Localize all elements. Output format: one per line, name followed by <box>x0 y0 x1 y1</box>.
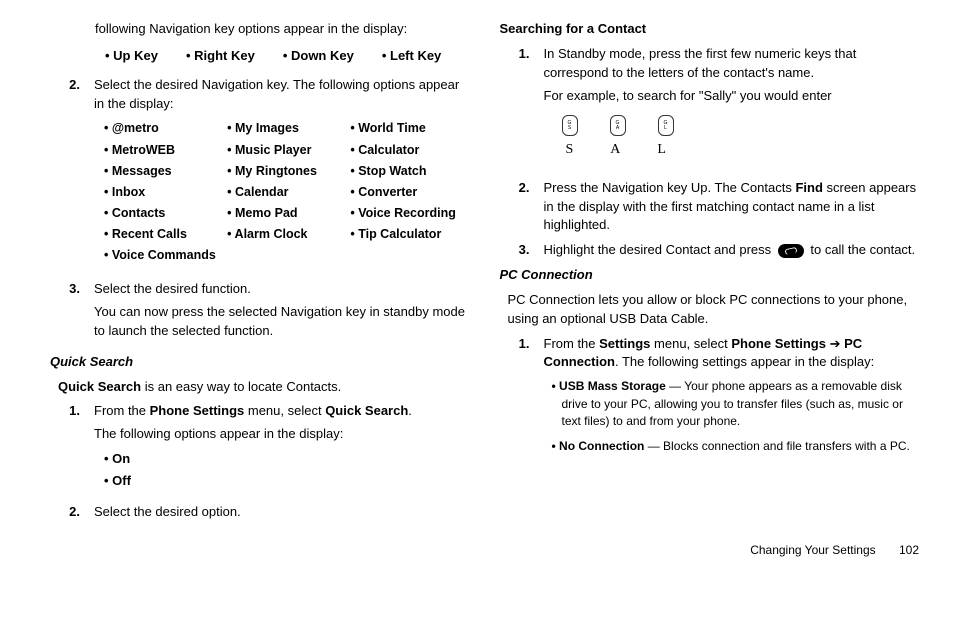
pc-options: USB Mass Storage — Your phone appears as… <box>552 378 920 456</box>
nav-key: Up Key <box>105 47 158 66</box>
opt: Converter <box>350 183 469 201</box>
opt: Voice Commands <box>104 246 223 264</box>
page-columns: following Navigation key options appear … <box>50 20 919 528</box>
opt: @metro <box>104 119 223 137</box>
opt: Alarm Clock <box>227 225 346 243</box>
opt: Music Player <box>227 141 346 159</box>
page-footer: Changing Your Settings 102 <box>50 542 919 559</box>
quick-search-intro: Quick Search is an easy way to locate Co… <box>58 378 470 397</box>
opt-off: Off <box>104 472 470 491</box>
opt: World Time <box>350 119 469 137</box>
opt: Inbox <box>104 183 223 201</box>
opt: MetroWEB <box>104 141 223 159</box>
opt: My Images <box>227 119 346 137</box>
qs-step-1: 1. From the Phone Settings menu, select … <box>50 402 470 496</box>
qs-step-2: 2. Select the desired option. <box>50 503 470 522</box>
key-letters-row: S A L <box>566 140 920 160</box>
qs-steps: 1. From the Phone Settings menu, select … <box>50 402 470 521</box>
search-step-2: 2. Press the Navigation key Up. The Cont… <box>500 179 920 236</box>
step-3: 3. Select the desired function. You can … <box>50 280 470 347</box>
section-title: Changing Your Settings <box>750 543 875 557</box>
opt: Voice Recording <box>350 204 469 222</box>
options-grid: @metro My Images World Time MetroWEB Mus… <box>104 119 470 264</box>
nav-key: Right Key <box>186 47 255 66</box>
no-connection: No Connection — Blocks connection and fi… <box>552 438 920 455</box>
nav-key: Down Key <box>283 47 354 66</box>
opt: Stop Watch <box>350 162 469 180</box>
qs-options: On Off <box>104 450 470 491</box>
pc-steps: 1. From the Settings menu, select Phone … <box>500 335 920 464</box>
step-2: 2. Select the desired Navigation key. Th… <box>50 76 470 275</box>
search-step-3: 3. Highlight the desired Contact and pre… <box>500 241 920 260</box>
key-icons-row: GS GA GL <box>562 115 920 136</box>
pc-connection-heading: PC Connection <box>500 266 920 285</box>
pc-connection-intro: PC Connection lets you allow or block PC… <box>508 291 920 329</box>
page-number: 102 <box>899 543 919 557</box>
nav-key: Left Key <box>382 47 441 66</box>
keypad-icon: GS <box>562 115 578 136</box>
phone-key-icon <box>778 244 804 258</box>
nav-intro: following Navigation key options appear … <box>95 20 470 39</box>
left-column: following Navigation key options appear … <box>50 20 470 528</box>
nav-key-row: Up Key Right Key Down Key Left Key <box>105 47 470 66</box>
opt: Recent Calls <box>104 225 223 243</box>
right-column: Searching for a Contact 1. In Standby mo… <box>500 20 920 528</box>
search-step-1: 1. In Standby mode, press the first few … <box>500 45 920 173</box>
opt-on: On <box>104 450 470 469</box>
opt: Calculator <box>350 141 469 159</box>
quick-search-heading: Quick Search <box>50 353 470 372</box>
opt: Calendar <box>227 183 346 201</box>
opt: My Ringtones <box>227 162 346 180</box>
opt: Tip Calculator <box>350 225 469 243</box>
pc-step-1: 1. From the Settings menu, select Phone … <box>500 335 920 464</box>
usb-mass-storage: USB Mass Storage — Your phone appears as… <box>552 378 920 430</box>
steps-list: 2. Select the desired Navigation key. Th… <box>50 76 470 347</box>
search-steps: 1. In Standby mode, press the first few … <box>500 45 920 260</box>
keypad-icon: GA <box>610 115 626 136</box>
searching-heading: Searching for a Contact <box>500 20 920 39</box>
keypad-icon: GL <box>658 115 674 136</box>
opt: Memo Pad <box>227 204 346 222</box>
opt: Contacts <box>104 204 223 222</box>
opt: Messages <box>104 162 223 180</box>
